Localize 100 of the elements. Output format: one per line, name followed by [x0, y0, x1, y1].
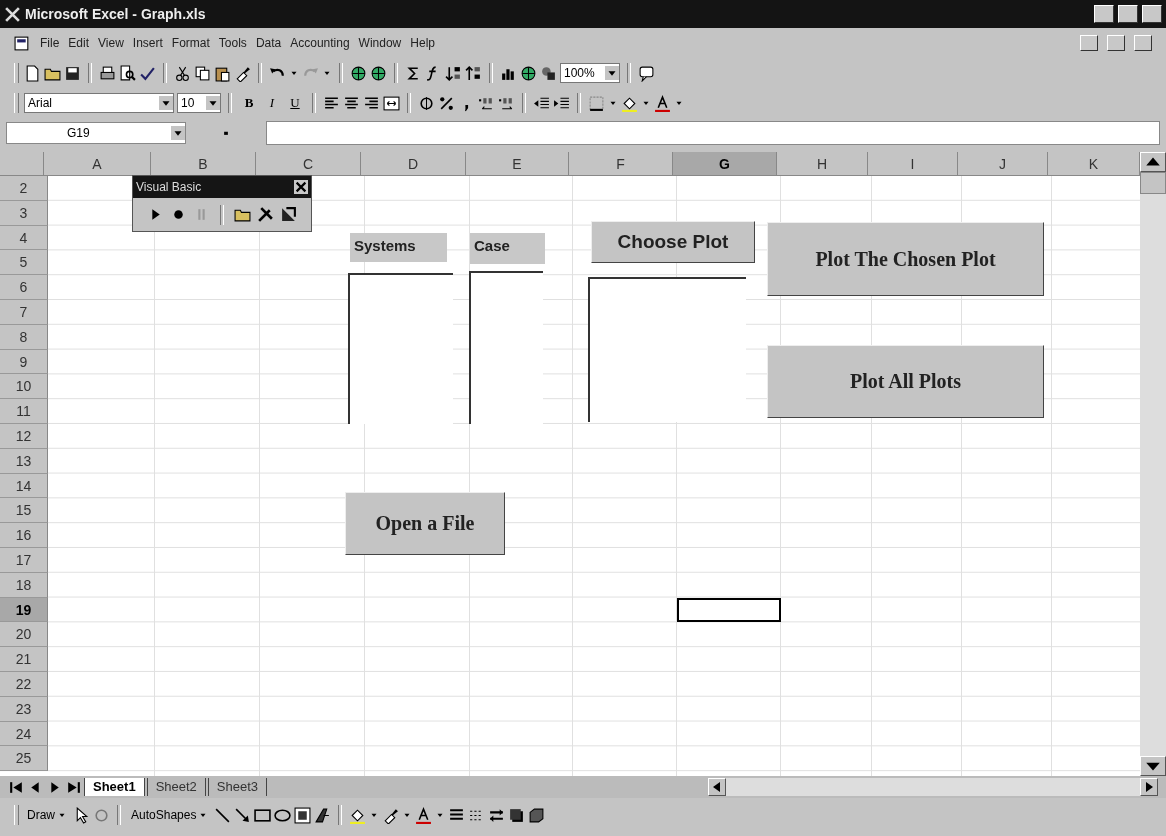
font-color-icon[interactable] [654, 94, 671, 112]
menu-item[interactable]: Insert [132, 36, 163, 50]
scroll-down-icon[interactable] [1140, 756, 1166, 776]
row-header[interactable]: 19 [0, 597, 48, 623]
new-document-icon[interactable] [24, 64, 41, 82]
column-header[interactable]: D [361, 152, 466, 176]
scroll-left-icon[interactable] [708, 778, 726, 796]
zoom-field[interactable]: 100% [560, 63, 620, 83]
copy-icon[interactable] [194, 64, 211, 82]
menu-item[interactable]: Data [255, 36, 282, 50]
printer-icon[interactable] [99, 64, 116, 82]
minimize-button[interactable] [1080, 35, 1098, 51]
active-cell[interactable] [677, 597, 781, 623]
tools-icon[interactable] [257, 206, 274, 223]
row-header[interactable]: 23 [0, 696, 48, 722]
draw-menu[interactable]: Draw [24, 808, 70, 822]
restore-button[interactable] [1118, 5, 1138, 23]
macro-button[interactable]: Choose Plot [591, 221, 755, 263]
close-button[interactable] [1134, 35, 1152, 51]
menu-item[interactable]: Format [171, 36, 210, 50]
vertical-scrollbar[interactable] [1140, 152, 1166, 776]
line-icon[interactable] [214, 806, 232, 824]
row-header[interactable]: 2 [0, 176, 48, 201]
align-left-icon[interactable] [323, 94, 340, 112]
row-header[interactable]: 9 [0, 349, 48, 375]
sheet-tab[interactable]: Sheet2 [146, 778, 206, 796]
column-header[interactable]: G [673, 152, 777, 176]
column-header[interactable]: K [1048, 152, 1140, 176]
column-header[interactable]: B [151, 152, 256, 176]
column-header[interactable]: F [569, 152, 673, 176]
row-header[interactable]: 18 [0, 572, 48, 598]
menu-item[interactable]: Edit [68, 36, 90, 50]
scroll-thumb[interactable] [1140, 172, 1166, 194]
rectangle-icon[interactable] [254, 806, 272, 824]
scroll-right-icon[interactable] [1140, 778, 1158, 796]
style-button[interactable]: B [239, 95, 259, 111]
menu-item[interactable]: View [98, 36, 124, 50]
font-color-icon[interactable] [415, 806, 433, 824]
close-button[interactable] [1142, 5, 1162, 23]
row-header[interactable]: 25 [0, 746, 48, 772]
list-box[interactable] [588, 277, 746, 422]
macro-button[interactable]: Plot All Plots [767, 345, 1044, 418]
row-header[interactable]: 8 [0, 324, 48, 350]
column-header[interactable]: E [466, 152, 569, 176]
globe-icon[interactable] [350, 64, 367, 82]
save-icon[interactable] [64, 64, 81, 82]
row-header[interactable]: 14 [0, 473, 48, 499]
font-size-field[interactable]: 10 [177, 93, 221, 113]
globe-icon[interactable] [370, 64, 387, 82]
menu-item[interactable]: Tools [218, 36, 247, 50]
style-button[interactable]: I [262, 95, 282, 111]
workbook-icon[interactable] [14, 34, 31, 52]
row-header[interactable]: 17 [0, 547, 48, 573]
row-header[interactable]: 7 [0, 300, 48, 325]
menu-item[interactable]: File [40, 36, 60, 50]
column-header[interactable]: H [777, 152, 868, 176]
percent-icon[interactable] [438, 94, 455, 112]
row-header[interactable]: 12 [0, 423, 48, 449]
shadow-icon[interactable] [508, 806, 526, 824]
sheet-tab[interactable]: Sheet3 [207, 778, 268, 796]
fill-color-icon[interactable] [349, 806, 367, 824]
row-header[interactable]: 5 [0, 250, 48, 276]
oval-icon[interactable] [274, 806, 292, 824]
name-box[interactable]: G19 [6, 122, 186, 144]
row-header[interactable]: 3 [0, 200, 48, 226]
row-header[interactable]: 22 [0, 671, 48, 697]
macro-button[interactable]: Open a File [345, 492, 505, 555]
sort-ascending-icon[interactable] [445, 64, 462, 82]
sort-descending-icon[interactable] [465, 64, 482, 82]
style-button[interactable]: U [285, 95, 305, 111]
row-header[interactable]: 11 [0, 399, 48, 424]
row-header[interactable]: 20 [0, 622, 48, 648]
minimize-button[interactable] [1094, 5, 1114, 23]
row-header[interactable]: 15 [0, 498, 48, 524]
column-header[interactable]: C [256, 152, 361, 176]
row-header[interactable]: 16 [0, 523, 48, 548]
autoshapes-menu[interactable]: AutoShapes [128, 808, 212, 822]
column-header[interactable]: A [44, 152, 151, 176]
menu-item[interactable]: Accounting [290, 36, 350, 50]
column-header[interactable]: I [868, 152, 958, 176]
row-header[interactable]: 10 [0, 374, 48, 400]
menu-item[interactable]: Help [410, 36, 435, 50]
formula-field[interactable] [266, 121, 1160, 145]
column-header[interactable]: J [958, 152, 1048, 176]
sheet-tab[interactable]: Sheet1 [84, 778, 145, 796]
design-mode-icon[interactable] [280, 206, 297, 223]
row-header[interactable]: 6 [0, 275, 48, 300]
arrow-icon[interactable] [234, 806, 252, 824]
align-center-icon[interactable] [343, 94, 360, 112]
restore-button[interactable] [1107, 35, 1125, 51]
menu-item[interactable]: Window [358, 36, 402, 50]
wordart-icon[interactable] [314, 806, 332, 824]
row-header[interactable]: 13 [0, 448, 48, 474]
scroll-up-icon[interactable] [1140, 152, 1166, 172]
row-header[interactable]: 24 [0, 721, 48, 747]
macro-button[interactable]: Plot The Chosen Plot [767, 222, 1044, 296]
row-header[interactable]: 4 [0, 225, 48, 251]
print-preview-icon[interactable] [119, 64, 136, 82]
text-box-icon[interactable] [294, 806, 312, 824]
row-header[interactable]: 21 [0, 647, 48, 672]
